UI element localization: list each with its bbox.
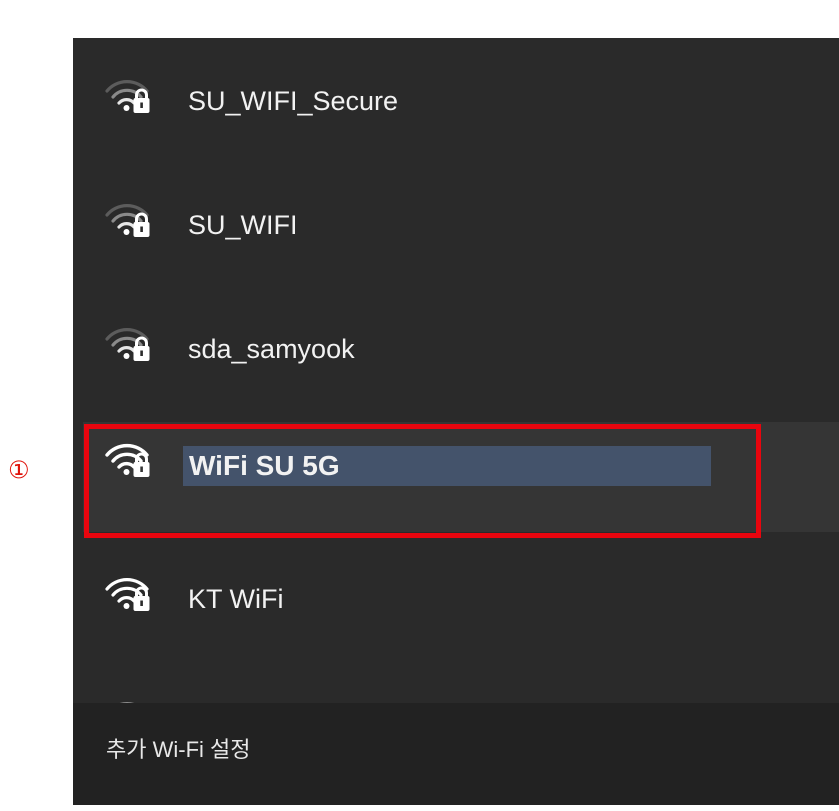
- wifi-locked-icon: [105, 328, 150, 361]
- network-item-su-wifi[interactable]: SU_WIFI: [83, 168, 839, 278]
- network-list[interactable]: SU_WIFI_Secure SU_WIFI sda_samyook WiFi …: [73, 38, 839, 703]
- network-name: SU_WIFI: [188, 210, 298, 240]
- network-item-wifi-su-5g[interactable]: WiFi SU 5G: [83, 422, 839, 532]
- panel-footer: 추가 Wi-Fi 설정: [73, 703, 839, 805]
- wifi-locked-icon: [105, 204, 150, 237]
- network-name: SU_WIFI_Secure: [188, 86, 399, 116]
- network-name: sda_samyook: [188, 334, 355, 364]
- wifi-locked-icon: [105, 80, 150, 113]
- annotation-marker-1: ①: [8, 456, 30, 484]
- more-wifi-settings-link[interactable]: 추가 Wi-Fi 설정: [106, 736, 251, 764]
- network-name: WiFi SU 5G: [183, 446, 711, 486]
- wifi-locked-icon: [105, 578, 150, 611]
- wifi-network-panel: SU_WIFI_Secure SU_WIFI sda_samyook WiFi …: [73, 38, 839, 805]
- network-name: KT WiFi: [188, 584, 284, 614]
- wifi-icon: [119, 702, 135, 703]
- network-item-sda-samyook[interactable]: sda_samyook: [83, 292, 839, 402]
- network-item-partial[interactable]: [83, 666, 839, 703]
- network-item-su-wifi-secure[interactable]: SU_WIFI_Secure: [83, 44, 839, 154]
- network-item-kt-wifi[interactable]: KT WiFi: [83, 542, 839, 652]
- wifi-locked-icon: [105, 443, 150, 477]
